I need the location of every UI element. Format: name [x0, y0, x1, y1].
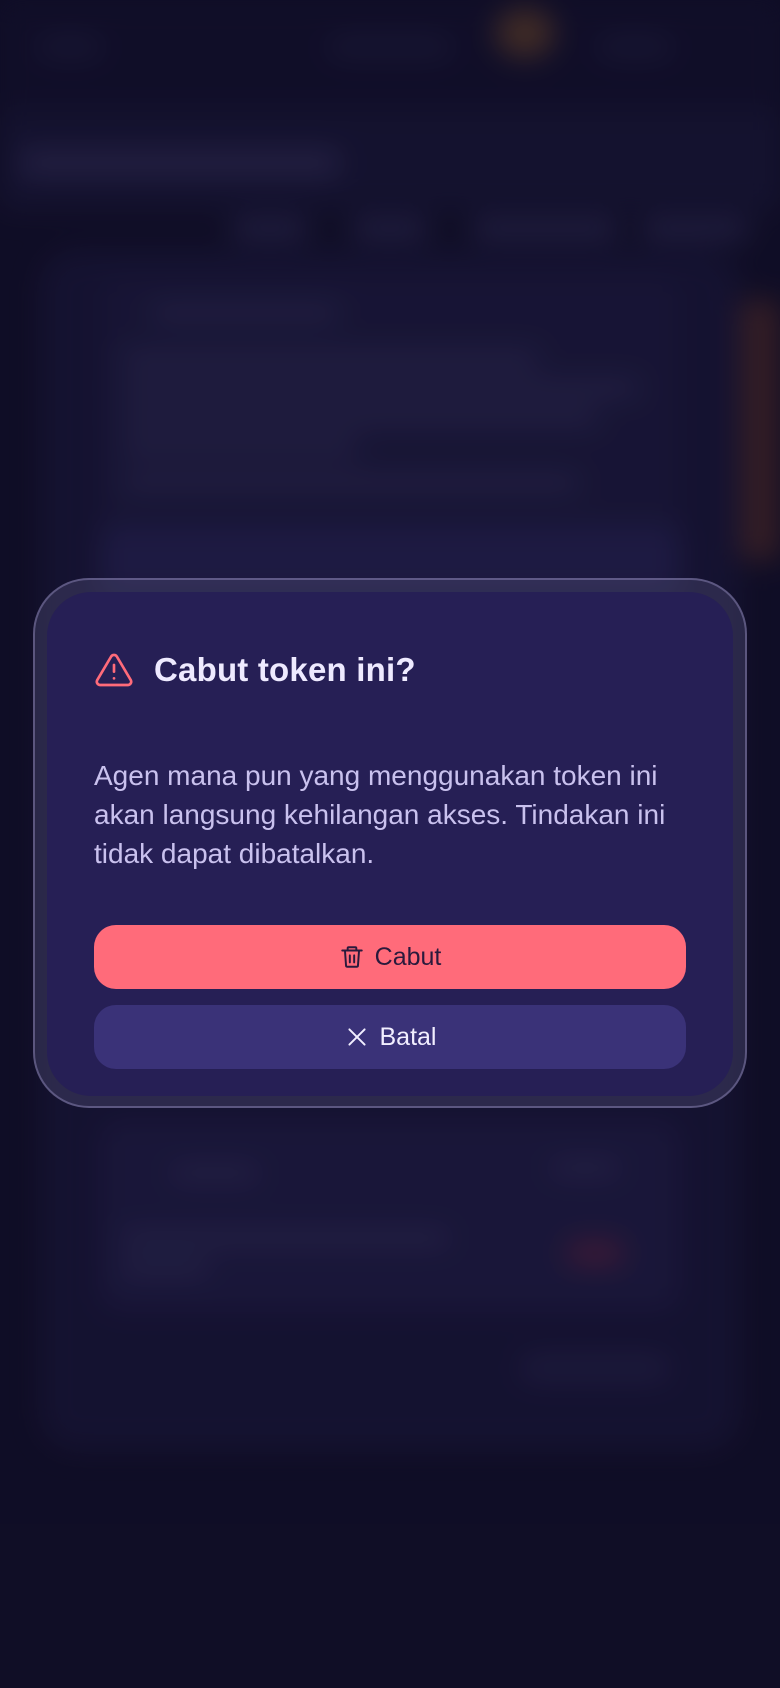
revoke-button-label: Cabut [374, 942, 442, 971]
dialog-message: Agen mana pun yang menggunakan token ini… [94, 760, 666, 869]
cancel-button[interactable]: Batal [94, 1005, 686, 1069]
revoke-token-dialog: Cabut token ini? Agen mana pun yang meng… [47, 592, 733, 1096]
dialog-header: Cabut token ini? [94, 646, 686, 694]
revoke-button[interactable]: Cabut [94, 925, 686, 989]
dialog-title: Cabut token ini? [154, 651, 416, 688]
trash-icon [339, 944, 365, 970]
close-icon [344, 1024, 370, 1050]
warning-triangle-icon [94, 650, 134, 690]
cancel-button-label: Batal [379, 1022, 437, 1051]
